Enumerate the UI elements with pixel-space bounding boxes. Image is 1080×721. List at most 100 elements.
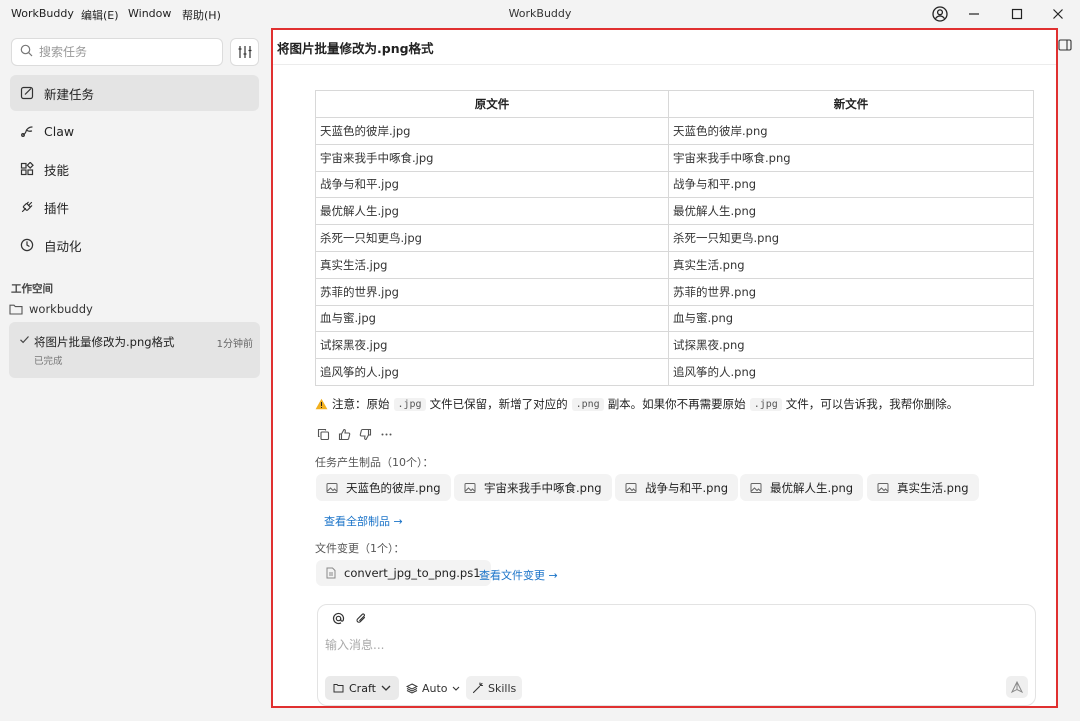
- file-icon: [326, 567, 336, 579]
- image-icon: [750, 482, 762, 493]
- plugin-icon: [21, 201, 33, 213]
- magic-wand-icon: [472, 682, 484, 694]
- message-composer: Craft Auto Skills: [317, 604, 1036, 706]
- table-cell: 真实生活.png: [668, 250, 1034, 279]
- artifact-chip[interactable]: 真实生活.png: [867, 474, 979, 501]
- workspace-folder[interactable]: workbuddy: [9, 302, 93, 316]
- claw-icon: [21, 126, 33, 137]
- sidebar-item-plugins[interactable]: 插件: [10, 189, 259, 225]
- sidebar-item-new-task[interactable]: 新建任务: [10, 75, 259, 111]
- chevron-down-icon: [452, 686, 459, 691]
- artifacts-label: 任务产生制品（10个）：: [315, 456, 434, 469]
- page-title: 将图片批量修改为.png格式: [277, 41, 434, 56]
- note-text: 副本。如果你不再需要原始: [607, 397, 746, 411]
- auto-label: Auto: [422, 681, 448, 695]
- table-cell: 天蓝色的彼岸.jpg: [315, 117, 669, 145]
- workspace-folder-label: workbuddy: [29, 302, 93, 316]
- table-cell: 杀死一只知更鸟.png: [668, 224, 1034, 252]
- close-icon[interactable]: [1046, 4, 1070, 24]
- table-cell: 追风筝的人.png: [668, 358, 1034, 386]
- model-select-button[interactable]: Auto: [402, 676, 464, 700]
- table-cell: 战争与和平.png: [668, 170, 1034, 199]
- workspace-header: 工作空间: [11, 283, 53, 295]
- table-row: 战争与和平.jpg 战争与和平.png: [315, 170, 1034, 199]
- sidebar-item-label: 技能: [44, 162, 70, 178]
- message-input[interactable]: [325, 635, 925, 655]
- panel-toggle-icon[interactable]: [1058, 39, 1072, 51]
- image-icon: [877, 482, 889, 493]
- view-all-artifacts-link[interactable]: 查看全部制品 →: [324, 513, 403, 529]
- paperclip-icon[interactable]: [355, 612, 368, 628]
- artifact-name: 天蓝色的彼岸.png: [346, 480, 441, 495]
- minimize-icon[interactable]: [962, 4, 986, 24]
- at-mention-icon[interactable]: [332, 612, 345, 628]
- image-icon: [625, 482, 637, 493]
- maximize-icon[interactable]: [1005, 4, 1029, 24]
- more-icon[interactable]: [380, 428, 393, 441]
- artifact-chip[interactable]: 宇宙来我手中啄食.png: [454, 474, 612, 501]
- artifact-chip[interactable]: 最优解人生.png: [740, 474, 864, 501]
- skills-button[interactable]: Skills: [466, 676, 523, 700]
- note-code: .png: [571, 397, 604, 411]
- table-row: 宇宙来我手中啄食.jpg 宇宙来我手中啄食.png: [315, 143, 1034, 172]
- table-cell: 血与蜜.png: [668, 304, 1034, 333]
- artifact-chip[interactable]: 天蓝色的彼岸.png: [316, 474, 451, 501]
- table-row: 天蓝色的彼岸.jpg 天蓝色的彼岸.png: [315, 117, 1034, 145]
- search-input[interactable]: [39, 45, 209, 59]
- note-text: 文件，可以告诉我，我帮你删除。: [785, 397, 959, 411]
- note-message: 注意：原始 .jpg 文件已保留，新增了对应的 .png 副本。如果你不再需要原…: [315, 396, 958, 412]
- column-header-new: 新文件: [668, 90, 1034, 118]
- copy-icon[interactable]: [317, 428, 330, 441]
- table-cell: 试探黑夜.png: [668, 331, 1034, 360]
- changes-label: 文件变更（1个）：: [315, 542, 405, 555]
- table-cell: 苏菲的世界.jpg: [315, 277, 669, 306]
- filter-button[interactable]: [230, 38, 259, 66]
- table-cell: 血与蜜.jpg: [315, 304, 669, 333]
- artifact-name: 最优解人生.png: [770, 480, 854, 495]
- account-icon[interactable]: [928, 4, 952, 24]
- table-cell: 试探黑夜.jpg: [315, 331, 669, 360]
- table-row: 最优解人生.jpg 最优解人生.png: [315, 197, 1034, 226]
- changed-file-chip[interactable]: convert_jpg_to_png.ps1: [316, 560, 491, 586]
- task-list-item[interactable]: 将图片批量修改为.png格式 1分钟前 已完成: [9, 322, 260, 378]
- table-cell: 天蓝色的彼岸.png: [668, 117, 1034, 145]
- note-code: .jpg: [393, 397, 426, 411]
- sidebar-item-automation[interactable]: 自动化: [10, 227, 259, 263]
- craft-mode-button[interactable]: Craft: [325, 676, 399, 700]
- image-icon: [326, 482, 338, 493]
- sliders-icon: [238, 46, 251, 58]
- table-cell: 真实生活.jpg: [315, 250, 669, 279]
- send-icon: [1011, 681, 1023, 693]
- table-cell: 宇宙来我手中啄食.jpg: [315, 143, 669, 172]
- sidebar-item-label: 自动化: [44, 238, 82, 254]
- menu-help[interactable]: 帮助(H): [182, 7, 221, 23]
- thumbs-down-icon[interactable]: [359, 428, 372, 441]
- search-box[interactable]: [11, 38, 223, 66]
- table-row: 血与蜜.jpg 血与蜜.png: [315, 304, 1034, 333]
- clock-icon: [20, 238, 34, 252]
- artifact-chip[interactable]: 战争与和平.png: [615, 474, 739, 501]
- table-cell: 宇宙来我手中啄食.png: [668, 143, 1034, 172]
- table-row: 杀死一只知更鸟.jpg 杀死一只知更鸟.png: [315, 224, 1034, 252]
- table-cell: 苏菲的世界.png: [668, 277, 1034, 306]
- task-title: 将图片批量修改为.png格式: [34, 335, 175, 349]
- sidebar-item-claw[interactable]: Claw: [10, 113, 259, 149]
- table-row: 真实生活.jpg 真实生活.png: [315, 250, 1034, 279]
- menu-edit[interactable]: 编辑(E): [81, 7, 119, 23]
- skills-label: Skills: [488, 681, 517, 695]
- main-panel: 将图片批量修改为.png格式 原文件 新文件 天蓝色的彼岸.jpg 天蓝色的彼岸.…: [271, 28, 1058, 708]
- menu-window[interactable]: Window: [128, 7, 171, 20]
- table-cell: 战争与和平.jpg: [315, 170, 669, 199]
- folder-icon: [9, 304, 23, 315]
- thumbs-up-icon[interactable]: [338, 428, 351, 441]
- menu-app[interactable]: WorkBuddy: [11, 7, 74, 20]
- sidebar-item-skills[interactable]: 技能: [10, 151, 259, 187]
- view-file-changes-link[interactable]: 查看文件变更 →: [479, 567, 558, 583]
- title-divider: [273, 64, 1056, 65]
- artifact-name: 战争与和平.png: [645, 480, 729, 495]
- new-task-icon: [20, 86, 34, 100]
- image-icon: [464, 482, 476, 493]
- results-table: 原文件 新文件 天蓝色的彼岸.jpg 天蓝色的彼岸.png 宇宙来我手中啄食.jp…: [315, 90, 1034, 386]
- send-button[interactable]: [1006, 676, 1028, 698]
- sidebar: 新建任务 Claw 技能 插件 自动化 工作空间 workbuddy 将图片批量…: [0, 28, 270, 721]
